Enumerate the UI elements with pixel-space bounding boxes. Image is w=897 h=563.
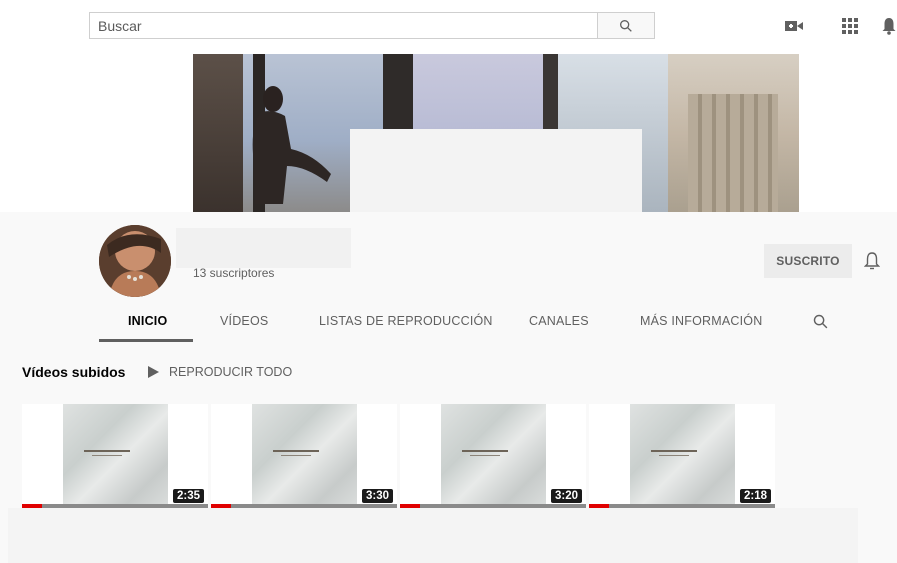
channel-name-redacted bbox=[176, 228, 351, 268]
apps-grid-icon bbox=[842, 18, 858, 34]
banner-redacted-area bbox=[350, 129, 642, 224]
tab-about[interactable]: MÁS INFORMACIÓN bbox=[640, 300, 762, 342]
thumbnail-image bbox=[63, 404, 168, 504]
video-camera-icon bbox=[785, 21, 803, 31]
apps-button[interactable] bbox=[838, 14, 862, 38]
channel-tabs: INICIO VÍDEOS LISTAS DE REPRODUCCIÓN CAN… bbox=[0, 300, 897, 342]
tab-channels[interactable]: CANALES bbox=[529, 300, 589, 342]
tab-videos[interactable]: VÍDEOS bbox=[220, 300, 268, 342]
person-silhouette bbox=[252, 86, 331, 204]
thumbnail-image bbox=[252, 404, 357, 504]
subscribed-button[interactable]: SUSCRITO bbox=[764, 244, 852, 278]
notifications-button[interactable] bbox=[881, 14, 897, 38]
thumbnail-image bbox=[630, 404, 735, 504]
search-icon bbox=[813, 314, 828, 328]
section-title: Vídeos subidos bbox=[22, 364, 126, 380]
tab-inicio[interactable]: INICIO bbox=[128, 300, 167, 342]
video-duration: 3:30 bbox=[361, 489, 393, 503]
notification-bell-button[interactable] bbox=[863, 251, 882, 271]
avatar[interactable] bbox=[99, 225, 171, 297]
video-thumbnail[interactable]: 2:18 bbox=[589, 404, 775, 508]
video-thumbnail[interactable]: 3:20 bbox=[400, 404, 586, 508]
search-button[interactable] bbox=[597, 12, 655, 39]
subscriber-count: 13 suscriptores bbox=[193, 266, 275, 280]
channel-search-button[interactable] bbox=[812, 300, 829, 342]
play-all-button[interactable]: REPRODUCIR TODO bbox=[148, 365, 292, 379]
search-icon bbox=[620, 19, 632, 32]
video-duration: 2:18 bbox=[739, 489, 771, 503]
avatar-image bbox=[99, 225, 171, 297]
video-thumbnail[interactable]: 3:30 bbox=[211, 404, 397, 508]
bell-outline-icon bbox=[863, 252, 881, 270]
play-icon bbox=[148, 366, 159, 378]
play-all-label: REPRODUCIR TODO bbox=[169, 365, 293, 379]
create-video-button[interactable] bbox=[782, 14, 806, 38]
video-duration: 2:35 bbox=[172, 489, 204, 503]
search-input[interactable] bbox=[89, 12, 598, 39]
video-thumbnail[interactable]: 2:35 bbox=[22, 404, 208, 508]
bottom-panel bbox=[8, 508, 858, 563]
video-duration: 3:20 bbox=[550, 489, 582, 503]
tab-playlists[interactable]: LISTAS DE REPRODUCCIÓN bbox=[319, 300, 493, 342]
thumbnail-image bbox=[441, 404, 546, 504]
bell-icon bbox=[882, 18, 896, 35]
